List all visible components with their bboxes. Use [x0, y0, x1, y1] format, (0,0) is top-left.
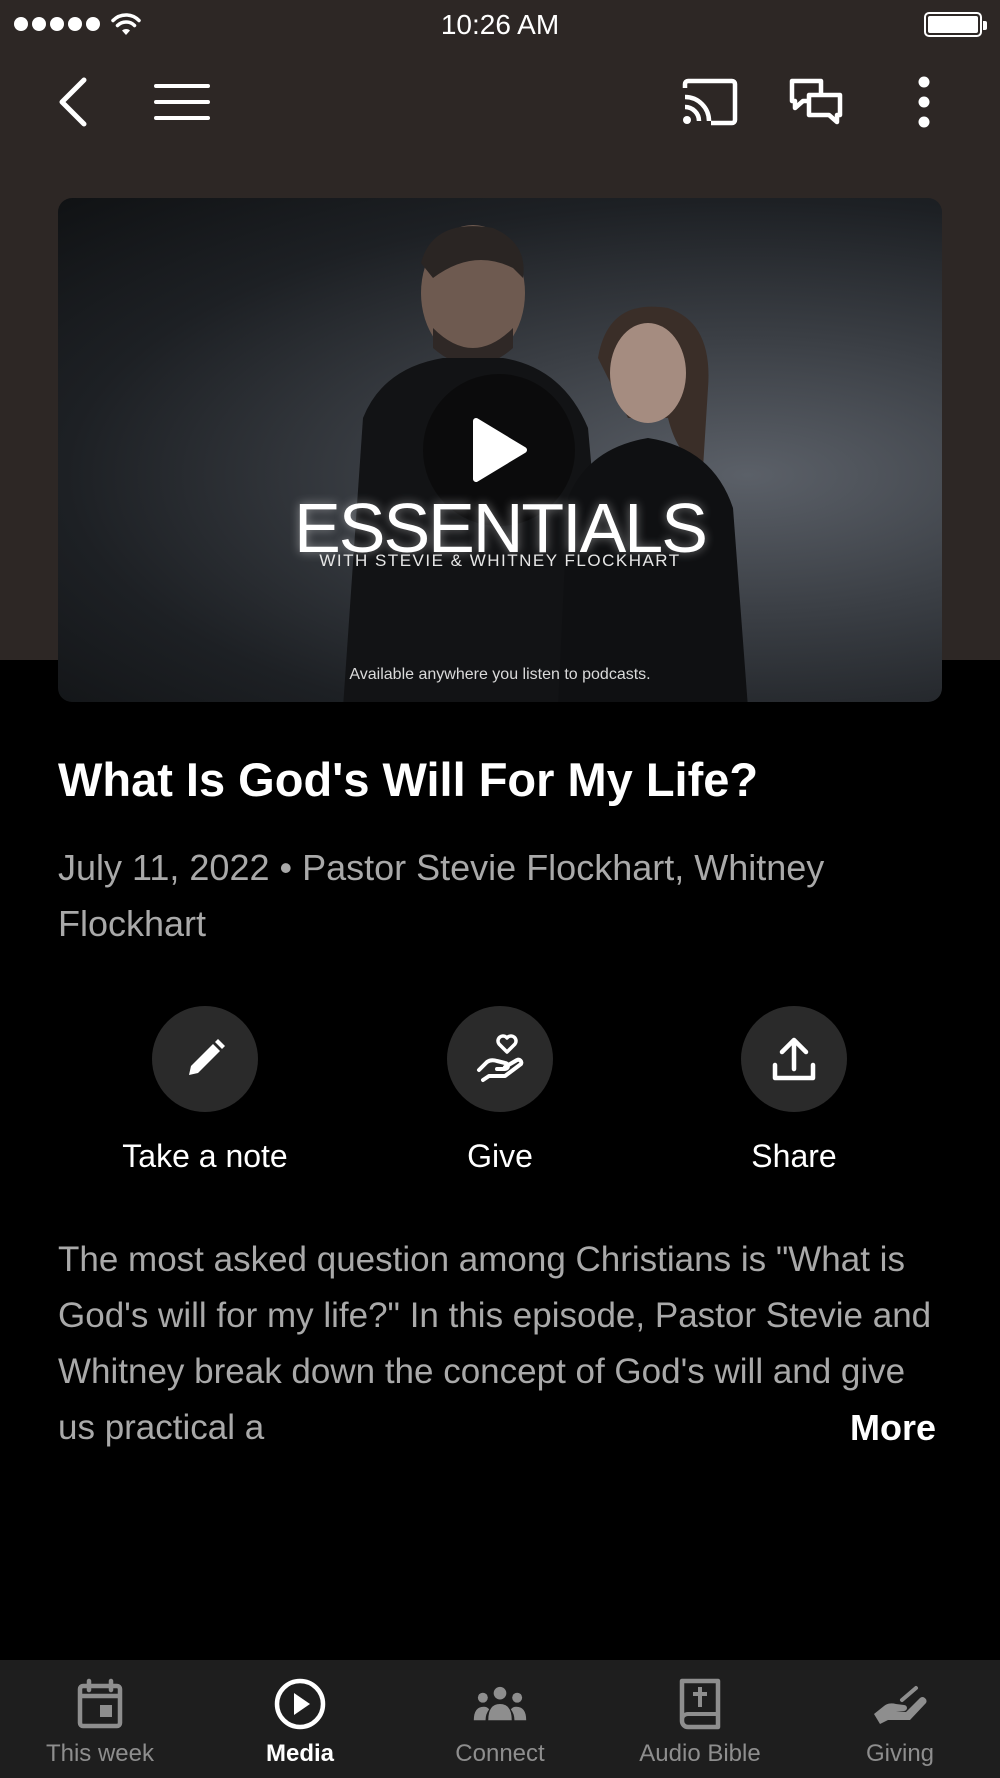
tab-giving[interactable]: Giving	[800, 1660, 1000, 1778]
tab-giving-label: Giving	[865, 1740, 935, 1767]
description-fade	[770, 1400, 850, 1456]
tab-this-week[interactable]: This week	[0, 1660, 200, 1778]
give-button[interactable]: Give	[380, 1006, 620, 1175]
pencil-icon	[189, 1039, 225, 1075]
tab-media-label: Media	[265, 1740, 334, 1767]
back-button[interactable]	[42, 70, 106, 134]
more-vertical-icon	[918, 76, 930, 128]
action-row: Take a note Give Share	[0, 1006, 1000, 1186]
share-button[interactable]: Share	[674, 1006, 914, 1175]
cast-icon	[682, 78, 738, 126]
navigation-bar	[0, 60, 1000, 144]
menu-icon	[154, 84, 210, 120]
take-note-circle	[152, 1006, 258, 1112]
status-time: 10:26 AM	[440, 9, 560, 40]
poster-subtitle: WITH STEVIE & WHITNEY FLOCKHART	[319, 551, 681, 570]
more-button[interactable]: More	[850, 1400, 960, 1456]
tab-audio-bible[interactable]: Audio Bible	[600, 1660, 800, 1778]
tab-connect[interactable]: Connect	[400, 1660, 600, 1778]
poster-caption: Available anywhere you listen to podcast…	[349, 666, 651, 683]
bible-icon	[679, 1678, 721, 1730]
share-label: Share	[751, 1138, 837, 1174]
media-player-card[interactable]: ESSENTIALS WITH STEVIE & WHITNEY FLOCKHA…	[58, 198, 942, 702]
menu-button[interactable]	[150, 70, 214, 134]
more-options-button[interactable]	[892, 70, 956, 134]
chat-button[interactable]	[784, 70, 848, 134]
episode-meta: July 11, 2022 • Pastor Stevie Flockhart,…	[58, 847, 825, 944]
give-heart-hand-icon	[477, 1034, 524, 1082]
play-icon	[473, 418, 527, 482]
give-circle	[447, 1006, 553, 1112]
battery-icon	[924, 12, 987, 37]
tab-connect-label: Connect	[455, 1740, 545, 1767]
share-upload-icon	[772, 1037, 816, 1081]
tab-bar: This week Media Connect Audio Bible Givi…	[0, 1660, 1000, 1778]
take-note-button[interactable]: Take a note	[85, 1006, 325, 1175]
tab-media[interactable]: Media	[200, 1660, 400, 1778]
tab-this-week-label: This week	[45, 1740, 155, 1767]
tab-audio-bible-label: Audio Bible	[639, 1740, 761, 1767]
chat-icon	[789, 78, 843, 125]
give-label: Give	[467, 1138, 533, 1174]
people-icon	[473, 1686, 527, 1721]
calendar-icon	[77, 1678, 123, 1729]
cast-button[interactable]	[678, 70, 742, 134]
take-note-label: Take a note	[122, 1138, 288, 1174]
status-bar: 10:26 AM	[0, 0, 1000, 50]
giving-hand-icon	[874, 1686, 927, 1724]
share-circle	[741, 1006, 847, 1112]
play-circle-icon	[274, 1678, 326, 1730]
back-icon	[59, 77, 87, 127]
episode-title: What Is God's Will For My Life?	[58, 753, 759, 806]
